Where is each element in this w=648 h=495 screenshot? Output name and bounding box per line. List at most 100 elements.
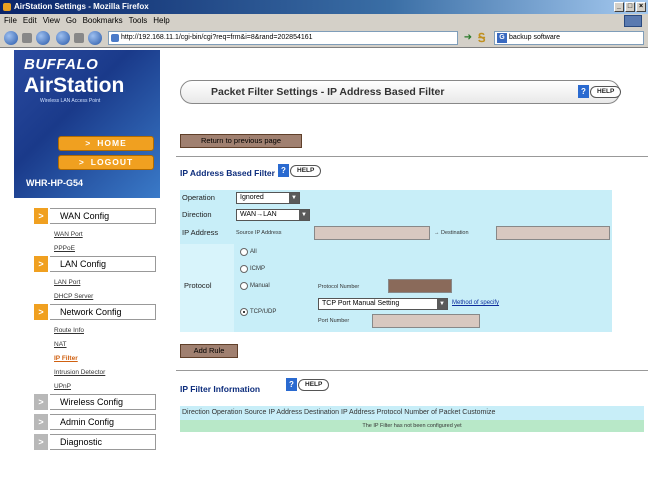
nav-section-diagnostic[interactable]: > Diagnostic: [34, 434, 160, 450]
reload-icon[interactable]: [56, 31, 70, 45]
divider: [176, 156, 648, 157]
nav-section-wireless-config[interactable]: > Wireless Config: [34, 394, 160, 410]
nav-section-wan-config[interactable]: > WAN Config: [34, 208, 160, 224]
maximize-button[interactable]: □: [625, 2, 635, 12]
port-number-label: Port Number: [318, 318, 350, 324]
nav-item-ip-filter[interactable]: IP Filter: [34, 352, 160, 366]
protocol-tcpudp-label: TCP/UDP: [250, 309, 277, 315]
nav-item-nat[interactable]: NAT: [34, 338, 160, 352]
home-button[interactable]: > HOME: [58, 136, 154, 151]
direction-select[interactable]: WAN→LAN ▼: [236, 209, 310, 221]
operation-select[interactable]: Ignored ▼: [236, 192, 300, 204]
destination-ip-label: → Destination: [434, 230, 469, 236]
menu-edit[interactable]: Edit: [23, 14, 37, 28]
protocol-label: Protocol: [184, 281, 212, 290]
home-icon[interactable]: [88, 31, 102, 45]
back-dropdown-icon[interactable]: [22, 33, 32, 43]
source-ip-input[interactable]: [314, 226, 430, 240]
search-input[interactable]: G backup software: [494, 31, 644, 45]
help-icon: ?: [578, 85, 589, 98]
protocol-all-label: All: [250, 249, 257, 255]
forward-icon[interactable]: [36, 31, 50, 45]
go-arrow-icon[interactable]: ➜: [462, 32, 474, 44]
buffalo-logo: BUFFALO: [24, 56, 99, 73]
menu-help[interactable]: Help: [153, 14, 169, 28]
minimize-button[interactable]: _: [614, 2, 624, 12]
nav-section-lan-config[interactable]: > LAN Config: [34, 256, 160, 272]
tcp-method-select[interactable]: TCP Port Manual Setting ▼: [318, 298, 448, 310]
protocol-cell: Protocol: [180, 244, 234, 332]
nav-item-lan-port[interactable]: LAN Port: [34, 276, 160, 290]
back-icon[interactable]: [4, 31, 18, 45]
protocol-number-input[interactable]: [388, 279, 452, 293]
menu-go[interactable]: Go: [66, 14, 77, 28]
menu-tools[interactable]: Tools: [129, 14, 148, 28]
stop-icon[interactable]: [74, 33, 84, 43]
page-help-button[interactable]: ? HELP: [578, 85, 622, 98]
nav-section-admin-config[interactable]: > Admin Config: [34, 414, 160, 430]
menu-bookmarks[interactable]: Bookmarks: [83, 14, 123, 28]
firefox-icon: [3, 3, 11, 11]
tagline: Wireless LAN Access Point: [40, 98, 101, 104]
nav-item-wan-port[interactable]: WAN Port: [34, 228, 160, 242]
sidebar-header: BUFFALO AirStation Wireless LAN Access P…: [14, 50, 160, 198]
nav-item-upnp[interactable]: UPnP: [34, 380, 160, 394]
nav-item-intrusion-detector[interactable]: Intrusion Detector: [34, 366, 160, 380]
sidebar: BUFFALO AirStation Wireless LAN Access P…: [14, 50, 160, 495]
help-icon: ?: [286, 378, 297, 391]
throbber-icon: [624, 15, 642, 27]
logout-button[interactable]: > LOGOUT: [58, 155, 154, 170]
ip-address-label: IP Address: [182, 228, 219, 237]
sidebar-nav: > WAN Config WAN Port PPPoE > LAN Config…: [34, 208, 160, 454]
return-button[interactable]: Return to previous page: [180, 134, 302, 148]
filter-form: Operation Ignored ▼ Direction WAN→LAN ▼ …: [180, 190, 612, 332]
search-text: backup software: [509, 34, 560, 41]
url-input[interactable]: http://192.168.11.1/cgi-bin/cgi?req=frm&…: [108, 31, 458, 45]
menu-file[interactable]: File: [4, 14, 17, 28]
arrow-right-icon: >: [78, 157, 85, 167]
chevron-down-icon: ▼: [289, 193, 299, 203]
chevron-down-icon: ▼: [437, 299, 447, 309]
expand-arrow-icon: >: [34, 414, 48, 430]
protocol-tcpudp-radio[interactable]: [240, 308, 248, 316]
main-content: Packet Filter Settings - IP Address Base…: [176, 50, 648, 495]
source-ip-label: Source IP Address: [236, 230, 282, 236]
url-text: http://192.168.11.1/cgi-bin/cgi?req=frm&…: [121, 34, 313, 41]
help-icon: ?: [278, 164, 289, 177]
menu-bar: File Edit View Go Bookmarks Tools Help: [0, 14, 648, 28]
expand-arrow-icon: >: [34, 208, 48, 224]
protocol-number-label: Protocol Number: [318, 284, 360, 290]
nav-item-dhcp-server[interactable]: DHCP Server: [34, 290, 160, 304]
protocol-manual-radio[interactable]: [240, 282, 248, 290]
info-help-button[interactable]: ? HELP: [286, 378, 330, 391]
nav-item-route-info[interactable]: Route Info: [34, 324, 160, 338]
expand-arrow-icon: >: [34, 394, 48, 410]
section-title-ip-filter-info: IP Filter Information: [180, 384, 261, 394]
expand-arrow-icon: >: [34, 256, 48, 272]
search-engine-icon[interactable]: Ꭶ: [478, 31, 492, 45]
chevron-down-icon: ▼: [299, 210, 309, 220]
arrow-right-icon: >: [85, 138, 92, 148]
port-number-input[interactable]: [372, 314, 480, 328]
nav-section-network-config[interactable]: > Network Config: [34, 304, 160, 320]
direction-label: Direction: [182, 210, 212, 219]
page-icon: [111, 34, 119, 42]
operation-label: Operation: [182, 193, 215, 202]
destination-ip-input[interactable]: [496, 226, 610, 240]
divider: [176, 370, 648, 371]
navigation-toolbar: http://192.168.11.1/cgi-bin/cgi?req=frm&…: [0, 28, 648, 48]
method-of-specify-link[interactable]: Method of specify: [452, 300, 499, 306]
model-name: WHR-HP-G54: [26, 178, 84, 188]
filter-table-empty-row: The IP Filter has not been configured ye…: [180, 420, 644, 432]
protocol-icmp-radio[interactable]: [240, 265, 248, 273]
add-rule-button[interactable]: Add Rule: [180, 344, 238, 358]
close-button[interactable]: ×: [636, 2, 646, 12]
filter-table-header: Direction Operation Source IP Address De…: [180, 406, 644, 420]
filter-help-button[interactable]: ? HELP: [278, 164, 322, 177]
menu-view[interactable]: View: [43, 14, 60, 28]
expand-arrow-icon: >: [34, 304, 48, 320]
page-title: Packet Filter Settings - IP Address Base…: [211, 86, 445, 98]
nav-item-pppoe[interactable]: PPPoE: [34, 242, 160, 256]
expand-arrow-icon: >: [34, 434, 48, 450]
protocol-all-radio[interactable]: [240, 248, 248, 256]
